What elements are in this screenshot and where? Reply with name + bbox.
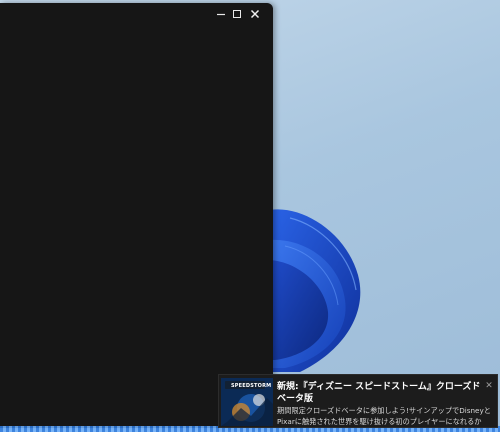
notification-body: 期間限定クローズドベータに参加しよう!サインアップでDisneyとPixarに触…: [277, 406, 491, 426]
notification-toast[interactable]: SPEEDSTORM 新規:『ディズニー スピードストーム』クローズドベータ版 …: [218, 374, 498, 428]
close-icon: [250, 9, 260, 19]
notification-close-button[interactable]: ✕: [483, 380, 495, 392]
maximize-button[interactable]: [228, 5, 246, 23]
maximize-icon: [233, 10, 241, 18]
thumbnail-logo-text: SPEEDSTORM: [231, 383, 272, 389]
notification-thumbnail: SPEEDSTORM: [221, 378, 273, 426]
notification-title: 新規:『ディズニー スピードストーム』クローズドベータ版: [277, 382, 481, 404]
close-button[interactable]: [246, 5, 264, 23]
app-window[interactable]: [0, 3, 273, 428]
minimize-icon: [217, 13, 225, 16]
close-icon: ✕: [485, 381, 493, 391]
